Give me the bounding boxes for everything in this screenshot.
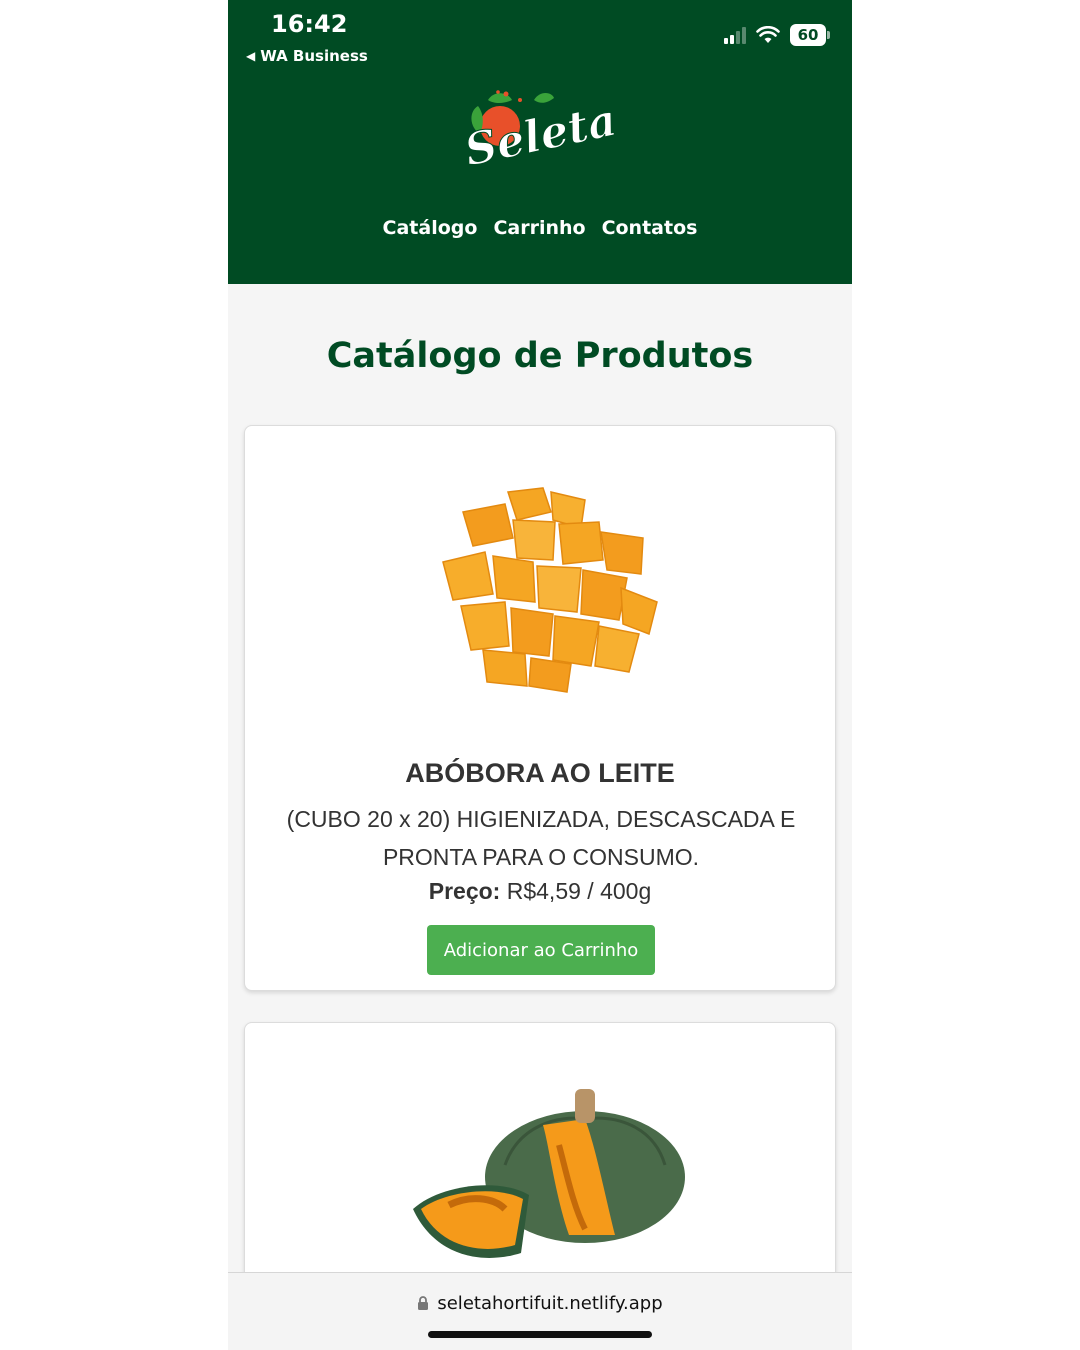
battery-icon: 60 (790, 24, 830, 46)
price-value: R$4,59 / 400g (500, 878, 652, 904)
add-to-cart-button[interactable]: Adicionar ao Carrinho (427, 925, 655, 975)
product-name: ABÓBORA AO LEITE (405, 758, 675, 788)
product-price: Preço: R$4,59 / 400g (245, 878, 835, 905)
url-text: seletahortifuit.netlify.app (437, 1293, 663, 1314)
nav-carrinho[interactable]: Carrinho (493, 217, 585, 239)
page-title: Catálogo de Produtos (326, 336, 754, 376)
wifi-icon (756, 26, 780, 43)
home-indicator[interactable] (428, 1331, 652, 1338)
browser-url-bar[interactable]: seletahortifuit.netlify.app (228, 1272, 852, 1350)
cellular-signal-icon (724, 26, 746, 44)
nav-catalogo[interactable]: Catálogo (383, 217, 478, 239)
pumpkin-cubes-image (442, 487, 658, 693)
svg-text:Seleta: Seleta (460, 95, 620, 177)
main-nav: Catálogo Carrinho Contatos (228, 217, 852, 239)
product-description: (CUBO 20 x 20) HIGIENIZADA, DESCASCADA E… (286, 806, 796, 870)
back-triangle-icon: ◀ (246, 49, 256, 63)
url-display[interactable]: seletahortifuit.netlify.app (228, 1293, 852, 1314)
status-icons: 60 (724, 24, 830, 46)
product-card: ABÓBORA AO LEITE (CUBO 20 x 20) HIGIENIZ… (244, 425, 836, 991)
status-time: 16:42 (271, 10, 348, 38)
site-header: 16:42 ◀ WA Business 60 Seleta Catálogo C… (228, 0, 852, 284)
back-app-label: WA Business (260, 47, 368, 65)
back-to-app-link[interactable]: ◀ WA Business (246, 47, 368, 65)
lock-icon (418, 1296, 429, 1310)
cabotia-pumpkin-image (413, 1089, 685, 1258)
nav-contatos[interactable]: Contatos (602, 217, 698, 239)
phone-screen: 16:42 ◀ WA Business 60 Seleta Catálogo C… (228, 0, 852, 1350)
price-label: Preço: (428, 878, 501, 904)
seleta-logo[interactable]: Seleta (460, 86, 620, 186)
